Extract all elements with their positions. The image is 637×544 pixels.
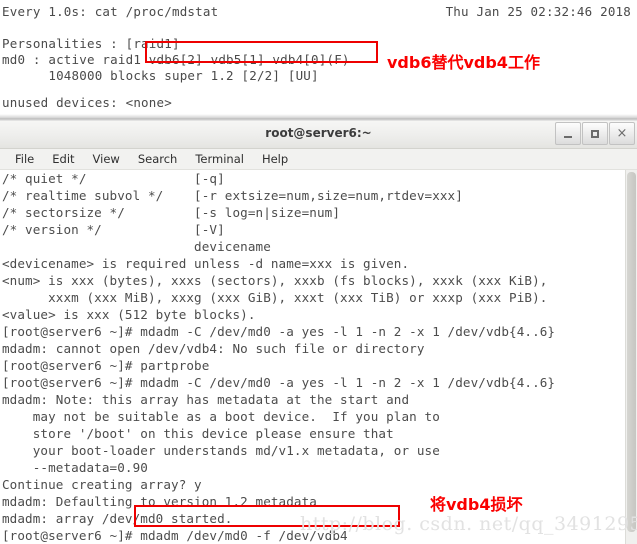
annotation-label-bottom: 将vdb4损坏 bbox=[430, 495, 523, 514]
menu-item-terminal[interactable]: Terminal bbox=[186, 150, 253, 169]
maximize-button[interactable] bbox=[582, 122, 608, 145]
terminal-line: /* quiet */ [-q] bbox=[2, 171, 225, 186]
terminal-line: /* realtime subvol */ [-r extsize=num,si… bbox=[2, 188, 463, 203]
minimize-button[interactable] bbox=[555, 122, 581, 145]
menu-item-help[interactable]: Help bbox=[253, 150, 297, 169]
mdstat-md0-blocks: 1048000 blocks super 1.2 [2/2] [UU] bbox=[2, 68, 319, 83]
window-controls: × bbox=[554, 122, 635, 147]
terminal-line: /* sectorsize */ [-s log=n|size=num] bbox=[2, 205, 341, 220]
close-button[interactable]: × bbox=[609, 122, 635, 145]
terminal-scrollbar[interactable] bbox=[625, 170, 637, 544]
terminal-line: mdadm: cannot open /dev/vdb4: No such fi… bbox=[2, 341, 425, 356]
menu-item-view[interactable]: View bbox=[84, 150, 129, 169]
window-title: root@server6:~ bbox=[265, 126, 372, 140]
terminal-output: /* quiet */ [-q] /* realtime subvol */ [… bbox=[2, 170, 627, 544]
maximize-icon bbox=[591, 129, 599, 138]
terminal-line: mdadm: Note: this array has metadata at … bbox=[2, 392, 410, 407]
minimize-icon bbox=[564, 136, 572, 138]
terminal-line: xxxm (xxx MiB), xxxg (xxx GiB), xxxt (xx… bbox=[2, 290, 548, 305]
terminal-line: <num> is xxx (bytes), xxxs (sectors), xx… bbox=[2, 273, 548, 288]
terminal-line: devicename bbox=[2, 239, 271, 254]
menubar: File Edit View Search Terminal Help bbox=[0, 149, 637, 170]
terminal-line: [root@server6 ~]# mdadm -C /dev/md0 -a y… bbox=[2, 375, 556, 390]
mdstat-md0-devices: md0 : active raid1 vdb6[2] vdb5[1] vdb4[… bbox=[2, 52, 350, 67]
terminal-line: store '/boot' on this device please ensu… bbox=[2, 426, 394, 441]
watch-header-left: Every 1.0s: cat /proc/mdstat bbox=[2, 4, 219, 19]
watch-output-pane: Every 1.0s: cat /proc/mdstat Thu Jan 25 … bbox=[0, 0, 637, 118]
terminal-window: root@server6:~ × File Edit View Search T… bbox=[0, 121, 637, 544]
terminal-line: <value> is xxx (512 byte blocks). bbox=[2, 307, 256, 322]
scrollbar-thumb[interactable] bbox=[627, 172, 636, 532]
window-titlebar[interactable]: root@server6:~ × bbox=[0, 121, 637, 149]
menu-item-file[interactable]: File bbox=[6, 150, 43, 169]
terminal-line: <devicename> is required unless -d name=… bbox=[2, 256, 410, 271]
watch-header-right: Thu Jan 25 02:32:46 2018 bbox=[445, 4, 631, 19]
terminal-line-command: [root@server6 ~]# mdadm /dev/md0 -f /dev… bbox=[2, 528, 348, 543]
terminal-line: may not be suitable as a boot device. If… bbox=[2, 409, 440, 424]
annotation-label-top: vdb6替代vdb4工作 bbox=[387, 53, 540, 72]
terminal-line: your boot-loader understands md/v1.x met… bbox=[2, 443, 440, 458]
menu-item-edit[interactable]: Edit bbox=[43, 150, 83, 169]
terminal-line: mdadm: Defaulting to version 1.2 metadat… bbox=[2, 494, 317, 509]
mdstat-unused-devices: unused devices: <none> bbox=[2, 95, 172, 110]
terminal-body[interactable]: /* quiet */ [-q] /* realtime subvol */ [… bbox=[0, 170, 637, 544]
terminal-line: [root@server6 ~]# partprobe bbox=[2, 358, 210, 373]
close-icon: × bbox=[616, 126, 628, 141]
terminal-line: /* version */ [-V] bbox=[2, 222, 225, 237]
menu-item-search[interactable]: Search bbox=[129, 150, 187, 169]
terminal-line: [root@server6 ~]# mdadm -C /dev/md0 -a y… bbox=[2, 324, 556, 339]
terminal-line: mdadm: array /dev/md0 started. bbox=[2, 511, 233, 526]
terminal-line: --metadata=0.90 bbox=[2, 460, 148, 475]
mdstat-personalities: Personalities : [raid1] bbox=[2, 36, 180, 51]
terminal-line: Continue creating array? y bbox=[2, 477, 202, 492]
